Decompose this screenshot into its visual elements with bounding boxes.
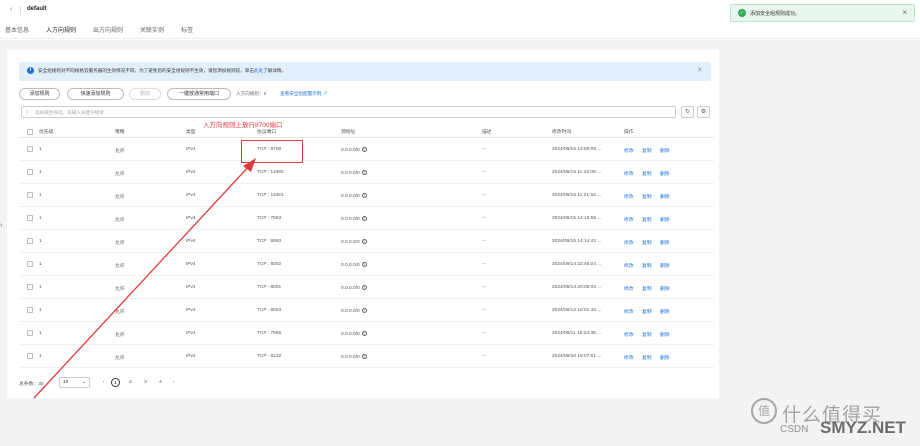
watermark-logo: 值 <box>751 398 777 424</box>
arrow-line <box>33 163 252 399</box>
annotation-arrow <box>33 158 256 399</box>
watermark-site: SMYZ.NET <box>820 418 906 437</box>
watermark-small: CSDN <box>780 424 809 435</box>
